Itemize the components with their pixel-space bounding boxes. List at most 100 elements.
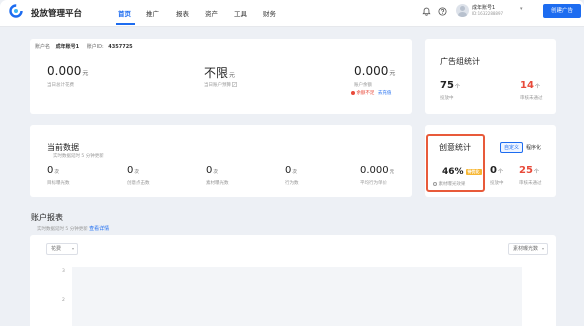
create-ad-button[interactable]: 创建广告 bbox=[543, 4, 581, 18]
y-tick-2: 2 bbox=[62, 298, 65, 303]
material-effect-label-row: 素材曝光效果 bbox=[433, 181, 465, 187]
chevron-down-icon: ▾ bbox=[71, 246, 74, 251]
metric-select-right[interactable]: 素材曝光数 ▾ bbox=[508, 243, 548, 255]
creative-clicks-value: 0 bbox=[127, 165, 134, 176]
adgroup-rejected-value: 14 bbox=[520, 80, 534, 91]
metric-select-right-value: 素材曝光数 bbox=[513, 246, 539, 252]
avg-action-price-label: 平均行为单价 bbox=[360, 181, 387, 186]
avg-action-price-unit: 元 bbox=[389, 170, 395, 175]
chevron-down-icon[interactable]: ▾ bbox=[520, 6, 523, 12]
nav-tools[interactable]: 工具 bbox=[234, 8, 247, 18]
creative-clicks-label: 创意点击数 bbox=[127, 181, 150, 186]
nav-reports[interactable]: 报表 bbox=[176, 8, 189, 18]
creative-rejected-value: 25 bbox=[519, 165, 533, 176]
nav-promotion[interactable]: 推广 bbox=[146, 8, 159, 18]
warning-dot-icon bbox=[351, 90, 355, 95]
y-tick-3: 3 bbox=[62, 269, 65, 274]
account-id-value: 4357725 bbox=[108, 44, 133, 50]
metric-select-left[interactable]: 花费 ▾ bbox=[46, 243, 78, 255]
creative-clicks-stat: 0次 bbox=[127, 165, 139, 176]
account-overview-card: 账户名 成年账号1 账户ID: 4357725 0.000元 当日总计花费 不限… bbox=[30, 39, 412, 114]
creative-running-label: 投放中 bbox=[490, 181, 504, 186]
balance-stat: 0.000元 bbox=[354, 64, 395, 78]
target-exposure-label: 目标曝光数 bbox=[47, 181, 70, 186]
report-subtitle-row: 实时数据延时 5 分钟更新 查看详情 bbox=[37, 225, 109, 232]
nav-assets[interactable]: 资产 bbox=[205, 8, 218, 18]
balance-value: 0.000 bbox=[354, 64, 389, 78]
adgroup-running-stat: 75个 bbox=[440, 80, 460, 91]
app-window: 投放管理平台 首页 推广 报表 资产 工具 财务 成年账号1 ID:163228… bbox=[0, 0, 584, 326]
material-exposure-stat: 0次 bbox=[206, 165, 218, 176]
help-icon[interactable] bbox=[438, 7, 447, 16]
material-exposure-unit: 次 bbox=[213, 170, 218, 175]
adgroup-stats-title: 广告组统计 bbox=[440, 57, 480, 66]
daily-budget-label: 当日账户预算 bbox=[204, 83, 231, 88]
daily-budget-unit: 元 bbox=[229, 72, 236, 79]
actions-label: 行为数 bbox=[285, 181, 299, 186]
info-icon bbox=[433, 181, 437, 186]
nav-active-indicator bbox=[116, 23, 135, 25]
tab-custom[interactable]: 自定义 bbox=[500, 142, 524, 153]
nav-finance[interactable]: 财务 bbox=[263, 8, 276, 18]
balance-warning-row: 余额不足 去充值 bbox=[351, 90, 391, 96]
material-effect-stat: 46% 待优化 bbox=[442, 167, 482, 177]
current-data-subtitle: 实时数据延时 5 分钟更新 bbox=[53, 154, 104, 159]
logo-icon bbox=[9, 4, 23, 18]
balance-warning-text: 余额不足 bbox=[356, 91, 375, 96]
total-spend-stat: 0.000元 bbox=[47, 64, 88, 78]
creative-rejected-unit: 个 bbox=[533, 169, 539, 175]
adgroup-stats-card: 广告组统计 75个 投放中 14个 审核未通过 bbox=[425, 39, 556, 114]
top-nav-bar: 投放管理平台 首页 推广 报表 资产 工具 财务 成年账号1 ID:163228… bbox=[0, 0, 584, 27]
creative-rejected-stat: 25个 bbox=[519, 165, 539, 176]
creative-clicks-unit: 次 bbox=[134, 170, 139, 175]
creative-running-stat: 0个 bbox=[490, 165, 503, 176]
current-data-card: 当前数据 实时数据延时 5 分钟更新 0次 目标曝光数 0次 创意点击数 0次 … bbox=[30, 125, 412, 197]
report-subtitle: 实时数据延时 5 分钟更新 bbox=[37, 227, 88, 232]
account-name-value: 成年账号1 bbox=[55, 44, 80, 50]
adgroup-running-unit: 个 bbox=[454, 84, 460, 90]
actions-unit: 次 bbox=[292, 170, 297, 175]
daily-budget-label-row: 当日账户预算 bbox=[204, 82, 238, 88]
total-spend-unit: 元 bbox=[82, 70, 89, 77]
account-id: ID:1632288897 bbox=[472, 11, 504, 16]
total-spend-value: 0.000 bbox=[47, 64, 82, 78]
chart-plot-area bbox=[72, 267, 522, 326]
creative-rejected-label: 审核未通过 bbox=[519, 181, 542, 186]
report-title: 账户报表 bbox=[31, 213, 63, 222]
adgroup-rejected-label: 审核未通过 bbox=[520, 96, 543, 101]
daily-budget-stat: 不限元 bbox=[204, 64, 235, 81]
chevron-down-icon: ▾ bbox=[541, 246, 544, 251]
bell-icon[interactable] bbox=[422, 7, 431, 16]
actions-value: 0 bbox=[285, 165, 292, 176]
daily-budget-value: 不限 bbox=[204, 66, 229, 80]
target-exposure-value: 0 bbox=[47, 165, 54, 176]
balance-unit: 元 bbox=[389, 70, 396, 77]
avg-action-price-value: 0.000 bbox=[360, 165, 389, 176]
app-title: 投放管理平台 bbox=[31, 9, 83, 19]
tab-programmatic[interactable]: 程序化 bbox=[522, 142, 545, 153]
material-exposure-label: 素材曝光数 bbox=[206, 181, 229, 186]
actions-stat: 0次 bbox=[285, 165, 297, 176]
balance-label: 账户余额 bbox=[354, 83, 372, 88]
creative-running-value: 0 bbox=[490, 165, 497, 176]
current-data-title: 当前数据 bbox=[47, 143, 79, 152]
target-exposure-unit: 次 bbox=[54, 170, 59, 175]
recharge-link[interactable]: 去充值 bbox=[378, 91, 392, 96]
adgroup-running-value: 75 bbox=[440, 80, 454, 91]
account-name[interactable]: 成年账号1 bbox=[472, 4, 495, 11]
view-detail-link[interactable]: 查看详情 bbox=[89, 226, 109, 232]
creative-running-unit: 个 bbox=[497, 169, 503, 175]
account-id-label: 账户ID: bbox=[86, 44, 104, 50]
optimize-badge: 待优化 bbox=[465, 168, 482, 175]
edit-icon[interactable] bbox=[232, 82, 238, 87]
adgroup-rejected-stat: 14个 bbox=[520, 80, 540, 91]
material-exposure-value: 0 bbox=[206, 165, 213, 176]
adgroup-rejected-unit: 个 bbox=[534, 84, 540, 90]
total-spend-label: 当日总计花费 bbox=[47, 83, 74, 88]
metric-select-left-value: 花费 bbox=[51, 246, 62, 252]
account-name-label: 账户名 bbox=[35, 44, 51, 50]
material-effect-value: 46% bbox=[442, 167, 464, 177]
material-effect-label: 素材曝光效果 bbox=[438, 182, 466, 187]
avatar[interactable] bbox=[456, 4, 469, 17]
nav-home[interactable]: 首页 bbox=[118, 8, 131, 18]
